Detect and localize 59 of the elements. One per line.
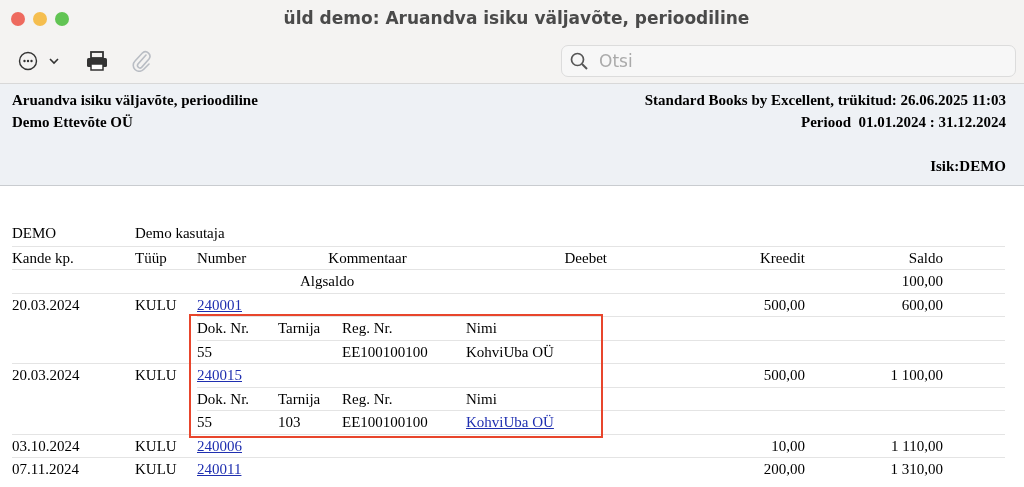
report-heading: Demo Ettevõte OÜ: [12, 113, 134, 132]
table-cell: 200,00: [763, 461, 805, 477]
window-title: üld demo: Aruandva isiku väljavõte, perioodiline: [283, 8, 750, 28]
more-menu-icon[interactable]: [18, 50, 62, 71]
minimize-button[interactable]: [33, 12, 47, 26]
table-cell: KULU: [135, 437, 177, 454]
column-header: Saldo: [908, 249, 943, 266]
table-cell: 20.03.2024: [12, 296, 80, 313]
document-link[interactable]: 240011: [197, 461, 242, 477]
report-info: Periood 01.01.2024 : 31.12.2024: [800, 113, 1006, 132]
table-cell: 07.11.2024: [12, 461, 79, 477]
table-cell: 55: [197, 343, 212, 360]
table-cell: EE100100100: [342, 343, 428, 360]
column-header: Tarnija: [278, 320, 321, 336]
column-header: Kommentaar: [328, 249, 407, 266]
column-header: Tarnija: [278, 390, 321, 407]
table-cell: 600,00: [901, 296, 943, 313]
column-header: Kande kp.: [12, 249, 74, 266]
column-header: Nimi: [466, 320, 497, 336]
column-header: Reg. Nr.: [342, 390, 393, 407]
report-heading: Aruandva isiku väljavõte, perioodiline: [12, 91, 258, 110]
search-icon: [570, 51, 588, 70]
column-header: Number: [197, 249, 247, 266]
printer-icon[interactable]: [86, 50, 108, 71]
column-header: Kreedit: [760, 249, 805, 266]
table-cell: 55: [197, 414, 212, 430]
column-header: Dok. Nr.: [197, 320, 250, 336]
column-header: Tüüp: [135, 249, 167, 266]
document-link[interactable]: 240015: [197, 367, 242, 383]
supplier-link[interactable]: KohviUba OÜ: [466, 414, 554, 430]
table-cell: 1 110,00: [891, 437, 943, 454]
table-cell: Algsaldo: [300, 273, 355, 289]
zoom-button[interactable]: [55, 12, 69, 26]
person-name: Demo kasutaja: [135, 225, 225, 241]
table-cell: 1 100,00: [890, 367, 943, 383]
table-cell: 500,00: [763, 296, 805, 313]
table-cell: 20.03.2024: [12, 367, 80, 383]
column-header: Dok. Nr.: [197, 390, 250, 407]
document-link[interactable]: 240006: [197, 437, 242, 454]
column-header: Nimi: [466, 390, 497, 407]
table-cell: KULU: [135, 367, 177, 383]
person-label: Isik:DEMO: [929, 157, 1006, 176]
table-cell: 10,00: [771, 437, 805, 454]
report-info: Standard Books by Excellent, trükitud: 26.06.2025 11:03: [644, 91, 1006, 110]
document-link[interactable]: 240001: [197, 296, 242, 313]
table-cell: KULU: [135, 461, 177, 477]
table-cell: 500,00: [763, 367, 805, 383]
close-button[interactable]: [11, 12, 25, 26]
table-cell: KULU: [135, 296, 177, 313]
person-code: DEMO: [12, 225, 57, 241]
table-cell: 103: [278, 414, 301, 430]
table-cell: 03.10.2024: [12, 437, 80, 454]
search-field[interactable]: Otsi: [561, 44, 1016, 77]
table-cell: EE100100100: [342, 414, 428, 430]
table-cell: 1 310,00: [890, 461, 943, 477]
column-header: Deebet: [564, 249, 607, 266]
table-cell: KohviUba OÜ: [466, 343, 554, 360]
table-cell: 100,00: [901, 273, 943, 289]
column-header: Reg. Nr.: [342, 320, 393, 336]
